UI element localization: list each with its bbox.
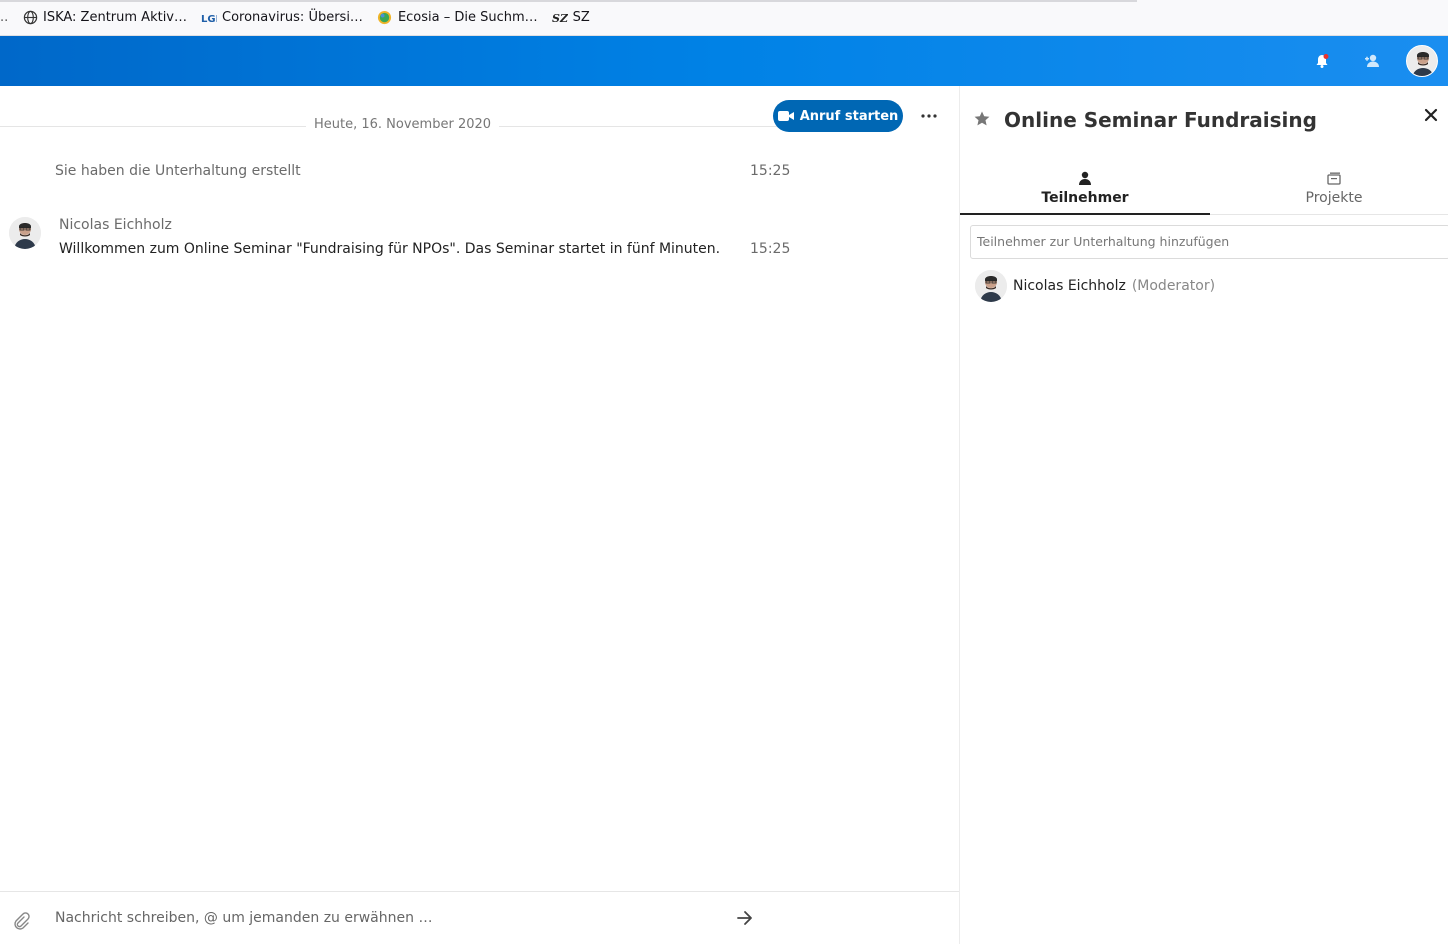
user-avatar[interactable]: [1406, 45, 1438, 77]
tab-label: Projekte: [1305, 190, 1363, 206]
message-time: 15:25: [750, 241, 791, 257]
participant-name: Nicolas Eichholz: [1013, 278, 1126, 294]
bookmark-label: SZ: [572, 10, 590, 25]
app-header: [0, 36, 1448, 86]
favorite-star-icon[interactable]: [973, 110, 991, 128]
start-call-label: Anruf starten: [799, 108, 899, 124]
contacts-icon[interactable]: [1361, 50, 1383, 72]
close-icon[interactable]: [1422, 106, 1440, 124]
start-call-button[interactable]: Anruf starten: [773, 100, 903, 132]
tab-participants[interactable]: Teilnehmer: [960, 166, 1210, 215]
participants-icon: [1077, 170, 1093, 186]
bookmark-ecosia[interactable]: Ecosia – Die Suchm…: [377, 10, 538, 26]
send-icon[interactable]: [735, 908, 755, 928]
tab-strip-edge: [0, 0, 1137, 2]
tab-label: Teilnehmer: [1041, 190, 1129, 206]
sz-logo-icon: SZ: [552, 10, 568, 26]
participant-avatar: [975, 270, 1007, 302]
sidebar-tabs: Teilnehmer Projekte: [960, 166, 1448, 215]
bookmark-lgl[interactable]: LGL Coronavirus: Übersi…: [201, 10, 363, 26]
system-message: Sie haben die Unterhaltung erstellt: [55, 163, 301, 179]
ecosia-logo-icon: [377, 10, 393, 26]
message-text: Willkommen zum Online Seminar "Fundraisi…: [59, 241, 721, 257]
bookmark-label: ISKA: Zentrum Aktiv…: [43, 10, 188, 25]
message-composer: Nachricht schreiben, @ um jemanden zu er…: [0, 891, 959, 944]
participant-role: (Moderator): [1131, 278, 1216, 294]
bookmarks-bar: .. ISKA: Zentrum Aktiv… LGL Coronavirus:…: [0, 0, 1448, 36]
message-author: Nicolas Eichholz: [59, 217, 172, 233]
message-time: 15:25: [750, 163, 791, 179]
bookmark-sz[interactable]: SZ SZ: [552, 10, 590, 26]
lgl-logo-icon: LGL: [201, 10, 217, 26]
notifications-icon[interactable]: [1311, 50, 1333, 72]
message-author-avatar[interactable]: [9, 217, 41, 249]
tab-projects[interactable]: Projekte: [1209, 166, 1448, 215]
svg-text:SZ: SZ: [552, 12, 568, 24]
svg-text:LGL: LGL: [201, 14, 217, 24]
projects-icon: [1326, 170, 1342, 186]
video-camera-icon: [777, 111, 794, 121]
more-options-icon[interactable]: [915, 102, 943, 130]
bookmark-iska[interactable]: ISKA: Zentrum Aktiv…: [22, 10, 187, 26]
participant-list-item[interactable]: Nicolas Eichholz (Moderator): [975, 270, 1215, 302]
add-participant-input[interactable]: Teilnehmer zur Unterhaltung hinzufügen: [970, 225, 1448, 259]
chat-view: Heute, 16. November 2020 Anruf starten S…: [0, 86, 959, 944]
date-separator: Heute, 16. November 2020: [0, 117, 790, 137]
conversation-title: Online Seminar Fundraising: [1004, 108, 1317, 132]
bookmark-overflow[interactable]: ..: [0, 10, 8, 25]
message-input[interactable]: Nachricht schreiben, @ um jemanden zu er…: [55, 910, 432, 926]
date-label: Heute, 16. November 2020: [306, 117, 500, 132]
paperclip-icon[interactable]: [12, 912, 30, 930]
bookmark-label: Coronavirus: Übersi…: [222, 10, 363, 25]
bookmark-label: Ecosia – Die Suchm…: [397, 10, 538, 25]
globe-icon: [22, 10, 38, 26]
conversation-sidebar: Online Seminar Fundraising Teilnehmer Pr…: [960, 86, 1448, 944]
